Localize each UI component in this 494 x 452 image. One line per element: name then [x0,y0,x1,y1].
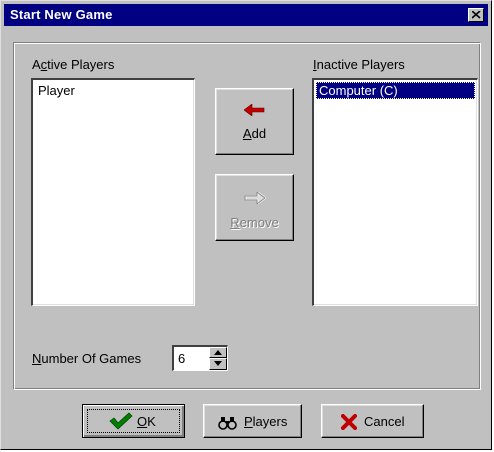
ok-button[interactable]: OK [82,404,185,438]
window-title: Start New Game [10,7,113,22]
add-button-label: Add [242,126,267,141]
focus-rectangle [87,409,180,433]
remove-button[interactable]: Remove [215,174,294,241]
start-new-game-dialog: Start New Game Active Players Player Ina… [0,0,492,450]
close-button[interactable] [468,8,484,22]
remove-button-label: Remove [230,215,279,230]
players-button-label: Players [244,414,288,429]
inactive-players-list[interactable]: Computer (C) [312,78,478,306]
x-icon [341,414,357,430]
list-item[interactable]: Player [35,82,78,99]
add-button[interactable]: Add [215,88,294,155]
list-item[interactable]: Computer (C) [316,82,475,99]
title-bar[interactable]: Start New Game [4,4,488,26]
close-icon [472,11,481,19]
binoculars-icon [218,417,237,430]
inactive-players-label: Inactive Players [313,57,405,72]
right-arrow-icon [244,192,266,204]
active-players-label: Active Players [32,57,115,72]
down-arrow-icon [214,361,222,366]
left-arrow-icon [244,104,265,116]
checkmark-icon [109,412,133,430]
number-of-games-value[interactable]: 6 [178,351,185,366]
active-players-list[interactable]: Player [31,78,195,306]
number-of-games-label: Number Of Games [32,351,142,366]
ok-button-label: OK [137,414,156,429]
cancel-button[interactable]: Cancel [321,404,424,438]
up-arrow-icon [214,350,222,355]
spin-down-button[interactable] [209,358,227,370]
cancel-button-label: Cancel [364,414,405,429]
players-button[interactable]: Players [203,404,302,438]
number-of-games-spinner[interactable]: 6 [172,345,228,371]
spin-up-button[interactable] [209,347,227,358]
